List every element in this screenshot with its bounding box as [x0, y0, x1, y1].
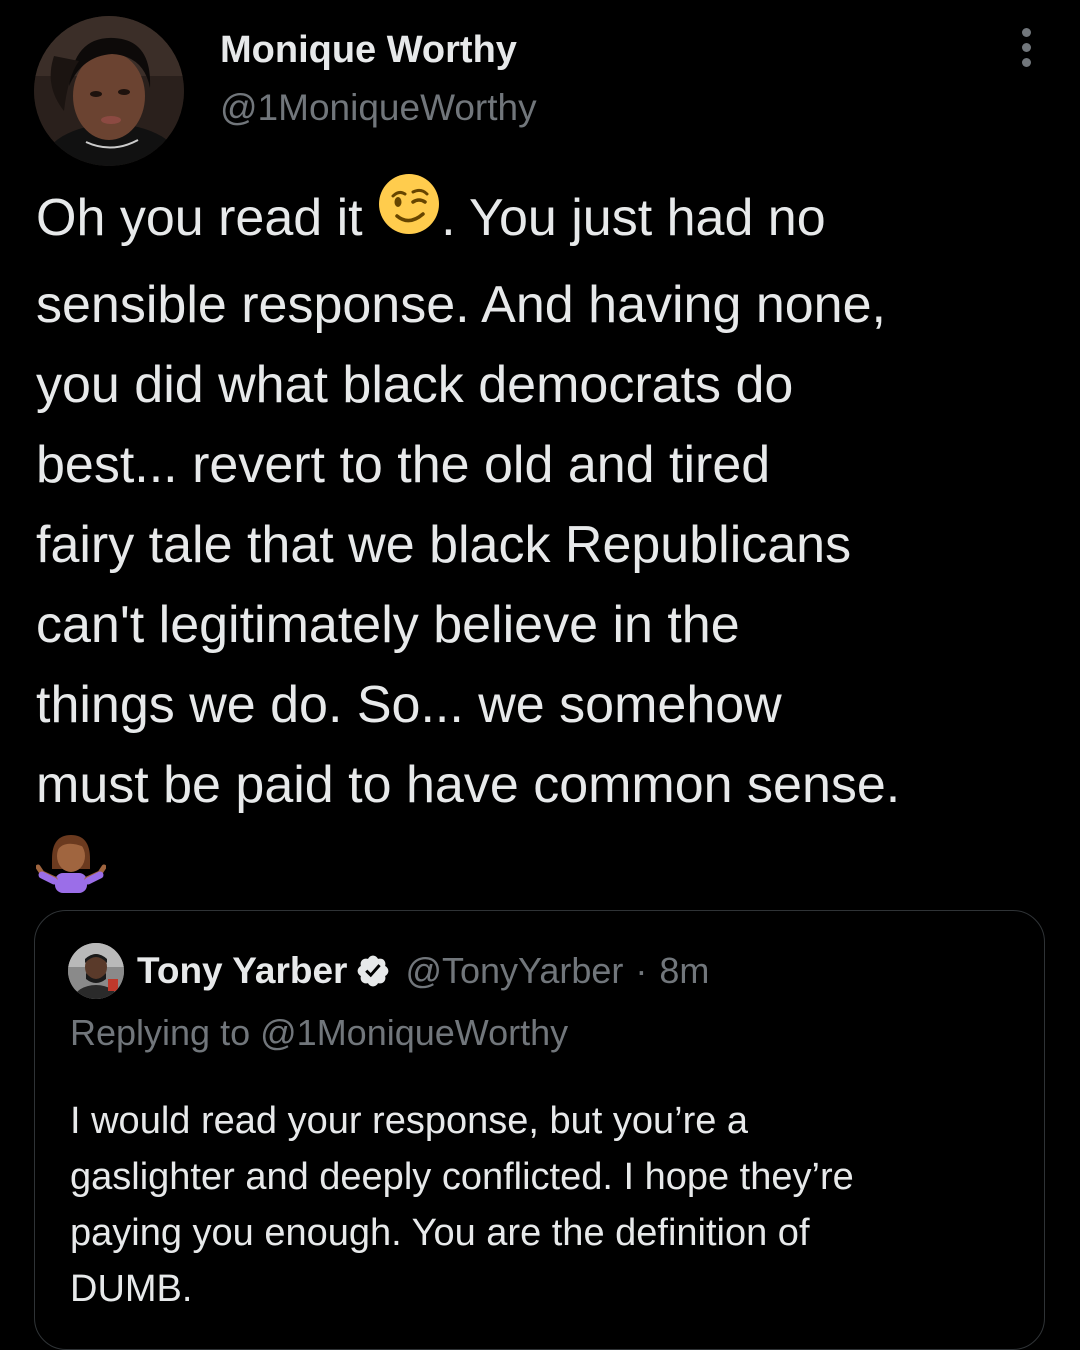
tweet-text-line: you did what black democrats do [36, 356, 794, 414]
quoted-text-line: I would read your response, but you’re a [70, 1100, 749, 1142]
tweet-emoji-line [35, 825, 1056, 905]
quoted-author-avatar[interactable] [68, 943, 124, 999]
quoted-header-separator: · [635, 950, 648, 991]
woman-shrugging-emoji [35, 829, 107, 918]
quoted-tweet-header: Tony Yarber @TonyYarber · 8m [68, 943, 709, 999]
more-options-icon[interactable] [1012, 28, 1040, 74]
tweet-text-line: things we do. So... we somehow [36, 676, 782, 734]
tweet-text-line: can't legitimately believe in the [36, 596, 740, 654]
tweet-header: Monique Worthy @1MoniqueWorthy [34, 14, 1054, 166]
replying-to-prefix: Replying to [70, 1012, 251, 1053]
verified-badge-icon [355, 953, 391, 989]
author-display-name[interactable]: Monique Worthy [220, 28, 537, 72]
author-info[interactable]: Monique Worthy @1MoniqueWorthy [220, 28, 537, 130]
quoted-tweet[interactable]: Tony Yarber @TonyYarber · 8m Replying to… [34, 910, 1045, 1350]
quoted-timestamp[interactable]: 8m [659, 950, 709, 992]
quoted-text-line: gaslighter and deeply conflicted. I hope… [70, 1156, 854, 1198]
winking-face-emoji [377, 172, 441, 259]
author-handle[interactable]: @1MoniqueWorthy [220, 86, 537, 130]
tweet-text-line: best... revert to the old and tired [36, 436, 771, 494]
tweet-text: Oh you read it . You just had no sensibl… [35, 174, 1056, 905]
quoted-author-display-name[interactable]: Tony Yarber [137, 950, 347, 992]
quoted-tweet-text: I would read your response, but you’re a… [70, 1093, 1030, 1317]
quoted-author-handle[interactable]: @TonyYarber [405, 950, 623, 992]
replying-to: Replying to @1MoniqueWorthy [70, 1011, 568, 1055]
tweet-text-line: Oh you read it . You just had no [36, 174, 1056, 265]
quoted-text-line: paying you enough. You are the definitio… [70, 1212, 810, 1254]
quoted-text-line: DUMB. [70, 1268, 193, 1310]
author-avatar[interactable] [34, 16, 184, 166]
tweet-text-line: sensible response. And having none, [36, 276, 886, 334]
tweet-text-line: must be paid to have common sense. [36, 756, 901, 814]
replying-to-mention[interactable]: @1MoniqueWorthy [260, 1012, 568, 1053]
tweet-text-line: fairy tale that we black Republicans [36, 516, 852, 574]
